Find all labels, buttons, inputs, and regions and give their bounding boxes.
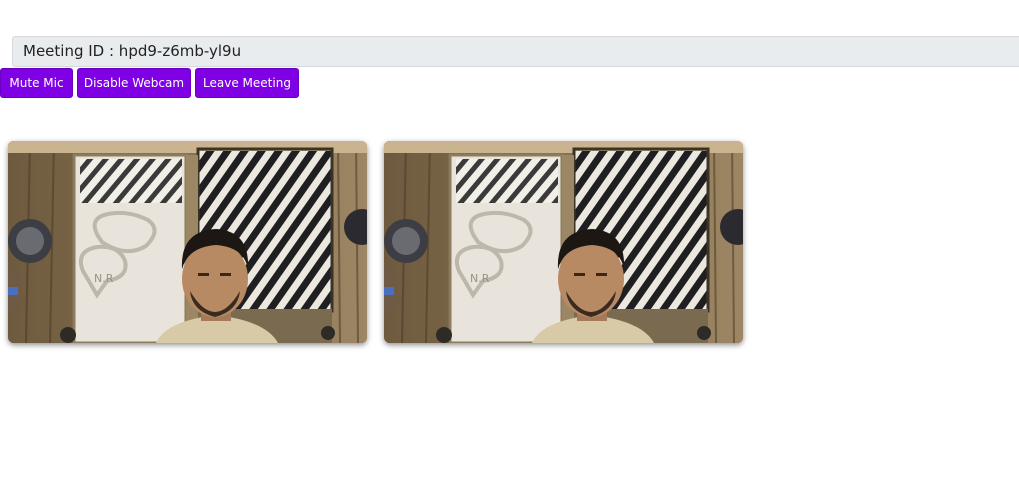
disable-webcam-button[interactable]: Disable Webcam [77, 68, 191, 98]
meeting-id-text: Meeting ID : hpd9-z6mb-yl9u [23, 42, 242, 60]
webcam-video: N.R [8, 141, 367, 343]
leave-meeting-button[interactable]: Leave Meeting [195, 68, 299, 98]
webcam-video: N.R [384, 141, 743, 343]
meeting-id-bar: Meeting ID : hpd9-z6mb-yl9u [12, 36, 1019, 67]
svg-text:N.R: N.R [470, 272, 490, 285]
mute-mic-button[interactable]: Mute Mic [0, 68, 73, 98]
participant-video-tile: N.R [8, 141, 367, 343]
svg-text:N.R: N.R [94, 272, 114, 285]
participant-video-tile: N.R [384, 141, 743, 343]
